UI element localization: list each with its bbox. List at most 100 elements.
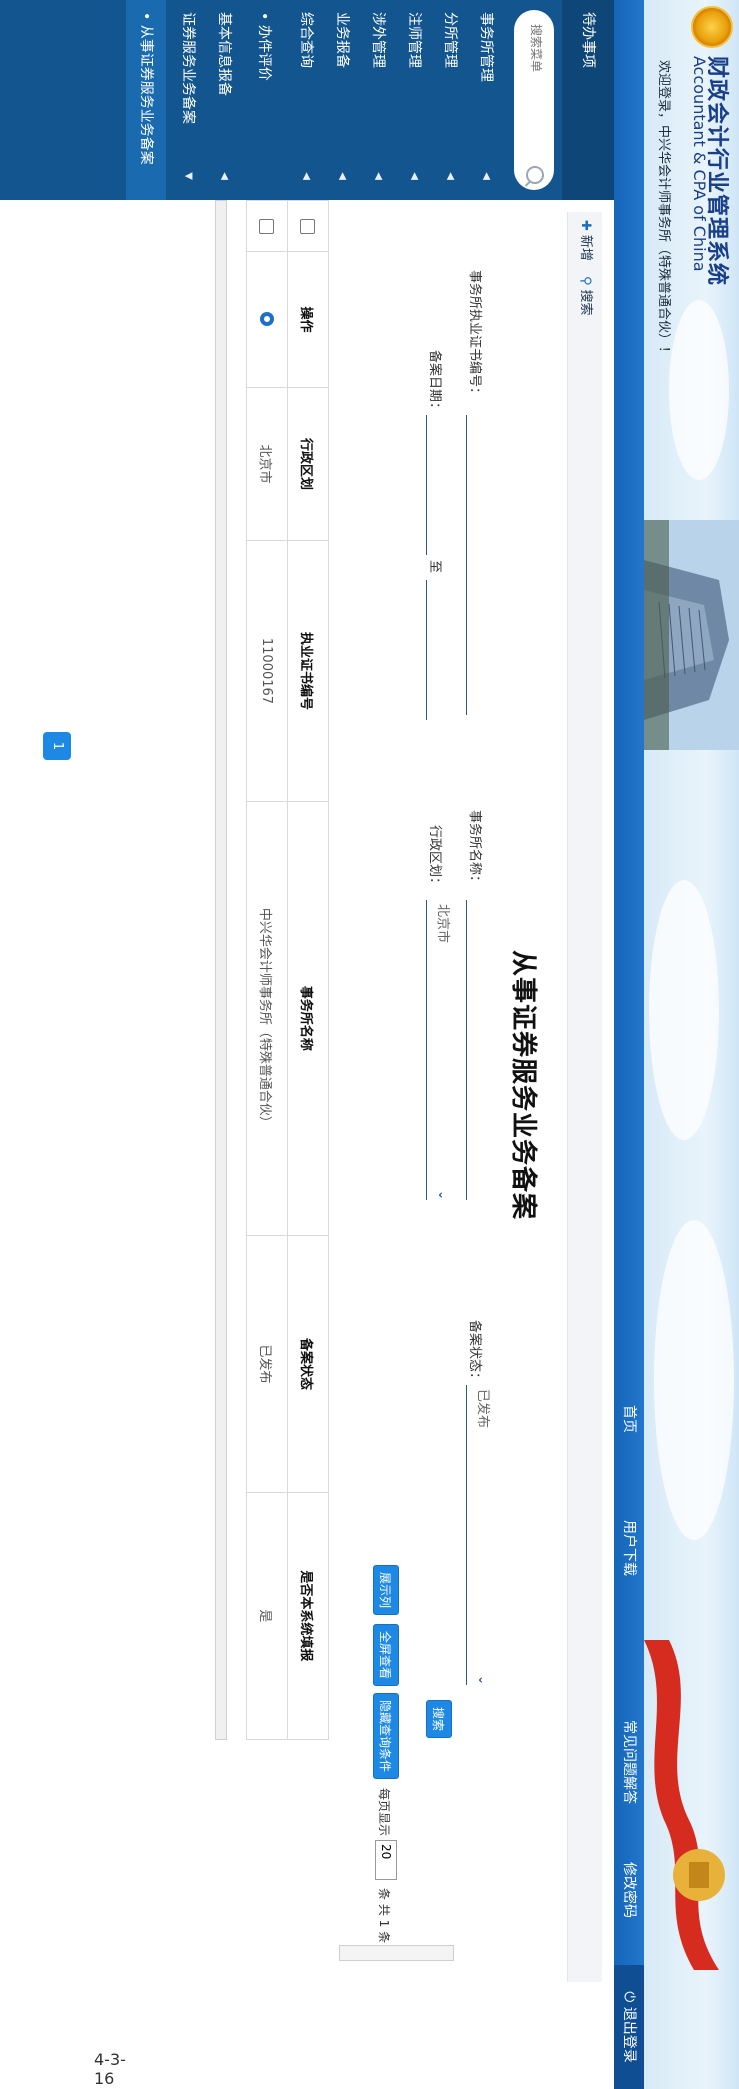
caret-left-icon: ◀ bbox=[337, 172, 348, 180]
col-header: 事务所名称 bbox=[287, 801, 329, 1236]
main-content: ✚ 新增 ⚲ 搜索 从事证券服务业务备案 事务所执业证书编号： 事务所名称： 备案状… bbox=[0, 200, 614, 2089]
horizontal-scrollbar[interactable] bbox=[215, 200, 227, 1740]
caret-left-icon: ◀ bbox=[481, 172, 492, 180]
search-toggle-button[interactable]: ⚲ 搜索 bbox=[568, 276, 602, 316]
sidebar-item-firm-management[interactable]: 事务所管理 ◀ bbox=[468, 0, 504, 200]
date-label: 备案日期： bbox=[427, 350, 442, 416]
cert-no-input[interactable] bbox=[466, 415, 494, 715]
hide-filters-button[interactable]: 隐藏查询条件 bbox=[373, 1693, 399, 1780]
sidebar: 待办事项 事务所管理 ◀ 分所管理 ◀ 注师管理 ◀ 涉外管理 ◀ 业务报备 ◀ 综合查询… bbox=[0, 0, 614, 200]
cell-self-filled: 是 bbox=[246, 1492, 288, 1740]
col-header: 是否本系统填报 bbox=[287, 1492, 329, 1740]
top-nav: 首页 用户下载 常见问题解答 修改密码 ⏻ 退出登录 bbox=[614, 0, 644, 2089]
region-label: 行政区划： bbox=[427, 825, 442, 891]
sidebar-item-evaluation[interactable]: • 办件评价 bbox=[244, 0, 284, 200]
national-emblem-icon bbox=[691, 6, 733, 48]
sidebar-subitem-securities-filing[interactable]: • 从事证券服务业务备案 bbox=[126, 0, 166, 200]
sidebar-search bbox=[514, 10, 554, 190]
caret-down-icon: ▼ bbox=[183, 172, 194, 180]
sidebar-item-securities[interactable]: 证券服务业务备案 ▼ bbox=[170, 0, 206, 200]
vertical-scrollbar[interactable] bbox=[339, 1945, 454, 1961]
status-label: 备案状态： bbox=[467, 1320, 482, 1386]
building-image bbox=[644, 520, 739, 750]
row-checkbox[interactable] bbox=[259, 218, 275, 234]
region-select[interactable]: 北京市 bbox=[426, 900, 454, 1200]
sidebar-item-label: 证券服务业务备案 bbox=[180, 12, 196, 124]
sidebar-item-label: 综合查询 bbox=[298, 12, 314, 68]
bullet-icon: • bbox=[138, 12, 154, 25]
cell-firm: 中兴华会计师事务所（特殊普通合伙） bbox=[246, 801, 288, 1236]
logout-button[interactable]: ⏻ 退出登录 bbox=[614, 1965, 644, 2089]
chevron-down-icon: ⌄ bbox=[476, 1675, 490, 1686]
cell-status: 已发布 bbox=[246, 1235, 288, 1493]
sidebar-item-cpa-management[interactable]: 注师管理 ◀ bbox=[396, 0, 432, 200]
date-from-input[interactable] bbox=[426, 415, 454, 555]
caret-left-icon: ◀ bbox=[301, 172, 312, 180]
nav-home[interactable]: 首页 bbox=[614, 1405, 644, 1433]
table-header-row: 操作 行政区划 执业证书编号 事务所名称 备案状态 是否本系统填报 bbox=[287, 200, 329, 1740]
row-action-cell bbox=[246, 251, 288, 388]
page-title: 从事证券服务业务备案 bbox=[508, 949, 538, 1220]
cell-cert-no: 11000167 bbox=[246, 540, 288, 801]
header-banner: 财政会计行业管理系统 Accountant & CPA of China 欢迎登… bbox=[644, 0, 739, 2089]
add-button[interactable]: ✚ 新增 bbox=[568, 220, 602, 261]
logout-label: 退出登录 bbox=[621, 2006, 637, 2063]
toolbar: ✚ 新增 ⚲ 搜索 bbox=[567, 212, 602, 1982]
search-icon[interactable] bbox=[526, 166, 544, 184]
sidebar-item-foreign-management[interactable]: 涉外管理 ◀ bbox=[360, 0, 396, 200]
firm-name-label: 事务所名称： bbox=[467, 810, 482, 889]
sidebar-item-business-report[interactable]: 业务报备 ◀ bbox=[324, 0, 360, 200]
welcome-text: 欢迎登录，中兴华会计师事务所（特殊普通合伙）！ bbox=[656, 60, 671, 360]
col-header: 执业证书编号 bbox=[287, 540, 329, 801]
search-button[interactable]: 搜索 bbox=[426, 1700, 452, 1739]
nav-change-password[interactable]: 修改密码 bbox=[614, 1862, 644, 1918]
menu-search-input[interactable] bbox=[528, 22, 544, 166]
sidebar-item-label: 注师管理 bbox=[406, 12, 422, 68]
cert-no-label: 事务所执业证书编号： bbox=[467, 270, 482, 401]
status-select[interactable]: 已发布 bbox=[466, 1385, 494, 1685]
sidebar-item-label: 从事证券服务业务备案 bbox=[138, 24, 154, 165]
plus-icon: ✚ bbox=[578, 220, 593, 231]
select-all-checkbox[interactable] bbox=[300, 218, 316, 234]
search-icon: ⚲ bbox=[578, 276, 593, 286]
status-value: 已发布 bbox=[475, 1389, 490, 1429]
caret-left-icon: ◀ bbox=[409, 172, 420, 180]
sidebar-item-branch-management[interactable]: 分所管理 ◀ bbox=[432, 0, 468, 200]
sidebar-item-label: 业务报备 bbox=[334, 12, 350, 68]
sidebar-item-label: 基本信息报备 bbox=[216, 12, 232, 96]
sidebar-item-label: 涉外管理 bbox=[370, 12, 386, 68]
nav-faq[interactable]: 常见问题解答 bbox=[614, 1720, 644, 1804]
nav-download[interactable]: 用户下载 bbox=[614, 1520, 644, 1576]
records-table: 操作 行政区划 执业证书编号 事务所名称 备案状态 是否本系统填报 北京市 11… bbox=[246, 200, 329, 1740]
pagination-page-1[interactable]: 1 bbox=[43, 732, 71, 760]
show-columns-button[interactable]: 展示列 bbox=[373, 1565, 399, 1616]
sidebar-pending[interactable]: 待办事项 bbox=[562, 0, 614, 200]
cloud-decoration bbox=[669, 300, 729, 480]
select-all-cell bbox=[287, 200, 329, 252]
cloud-decoration bbox=[649, 880, 719, 1140]
cloud-decoration bbox=[654, 1220, 734, 1540]
bullet-icon: • bbox=[256, 12, 272, 25]
caret-left-icon: ◀ bbox=[219, 172, 230, 180]
col-header: 行政区划 bbox=[287, 387, 329, 541]
date-separator: 至 bbox=[427, 560, 442, 574]
fullscreen-button[interactable]: 全屏查看 bbox=[373, 1624, 399, 1687]
per-page-label: 每页显示 bbox=[377, 1788, 391, 1837]
view-eye-icon[interactable] bbox=[260, 312, 274, 327]
col-header: 备案状态 bbox=[287, 1235, 329, 1493]
row-select-cell bbox=[246, 200, 288, 252]
sidebar-item-label: 分所管理 bbox=[442, 12, 458, 68]
region-value: 北京市 bbox=[435, 904, 450, 944]
firm-name-input[interactable] bbox=[466, 900, 494, 1200]
total-count: 条 共 1 条 bbox=[377, 1888, 391, 1944]
sidebar-item-basic-info[interactable]: 基本信息报备 ◀ bbox=[206, 0, 242, 200]
sidebar-item-query[interactable]: 综合查询 ◀ bbox=[288, 0, 324, 200]
sidebar-item-label: 办件评价 bbox=[256, 24, 272, 81]
add-label: 新增 bbox=[578, 234, 593, 261]
table-row: 北京市 11000167 中兴华会计师事务所（特殊普通合伙） 已发布 是 bbox=[246, 200, 288, 1740]
red-ribbon-decoration bbox=[644, 1640, 725, 1970]
date-to-input[interactable] bbox=[426, 580, 454, 720]
per-page-input[interactable] bbox=[375, 1840, 397, 1880]
search-label: 搜索 bbox=[578, 289, 593, 316]
col-header: 操作 bbox=[287, 251, 329, 388]
